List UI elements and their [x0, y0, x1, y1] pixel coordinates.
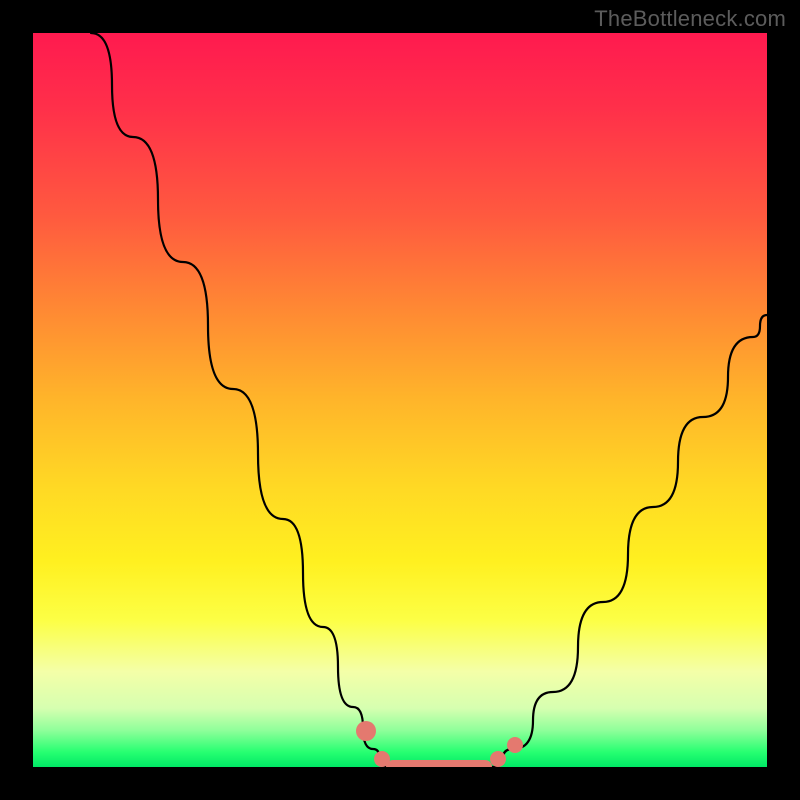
bottleneck-curve — [91, 33, 767, 767]
plot-area — [33, 33, 767, 767]
left-marker-1 — [356, 721, 376, 741]
right-marker-2 — [507, 737, 523, 753]
marker-group — [356, 721, 523, 767]
left-marker-2 — [374, 751, 390, 767]
curve-group — [91, 33, 767, 767]
chart-frame: TheBottleneck.com — [0, 0, 800, 800]
right-marker-1 — [490, 751, 506, 767]
curve-svg — [33, 33, 767, 767]
watermark-text: TheBottleneck.com — [594, 6, 786, 32]
